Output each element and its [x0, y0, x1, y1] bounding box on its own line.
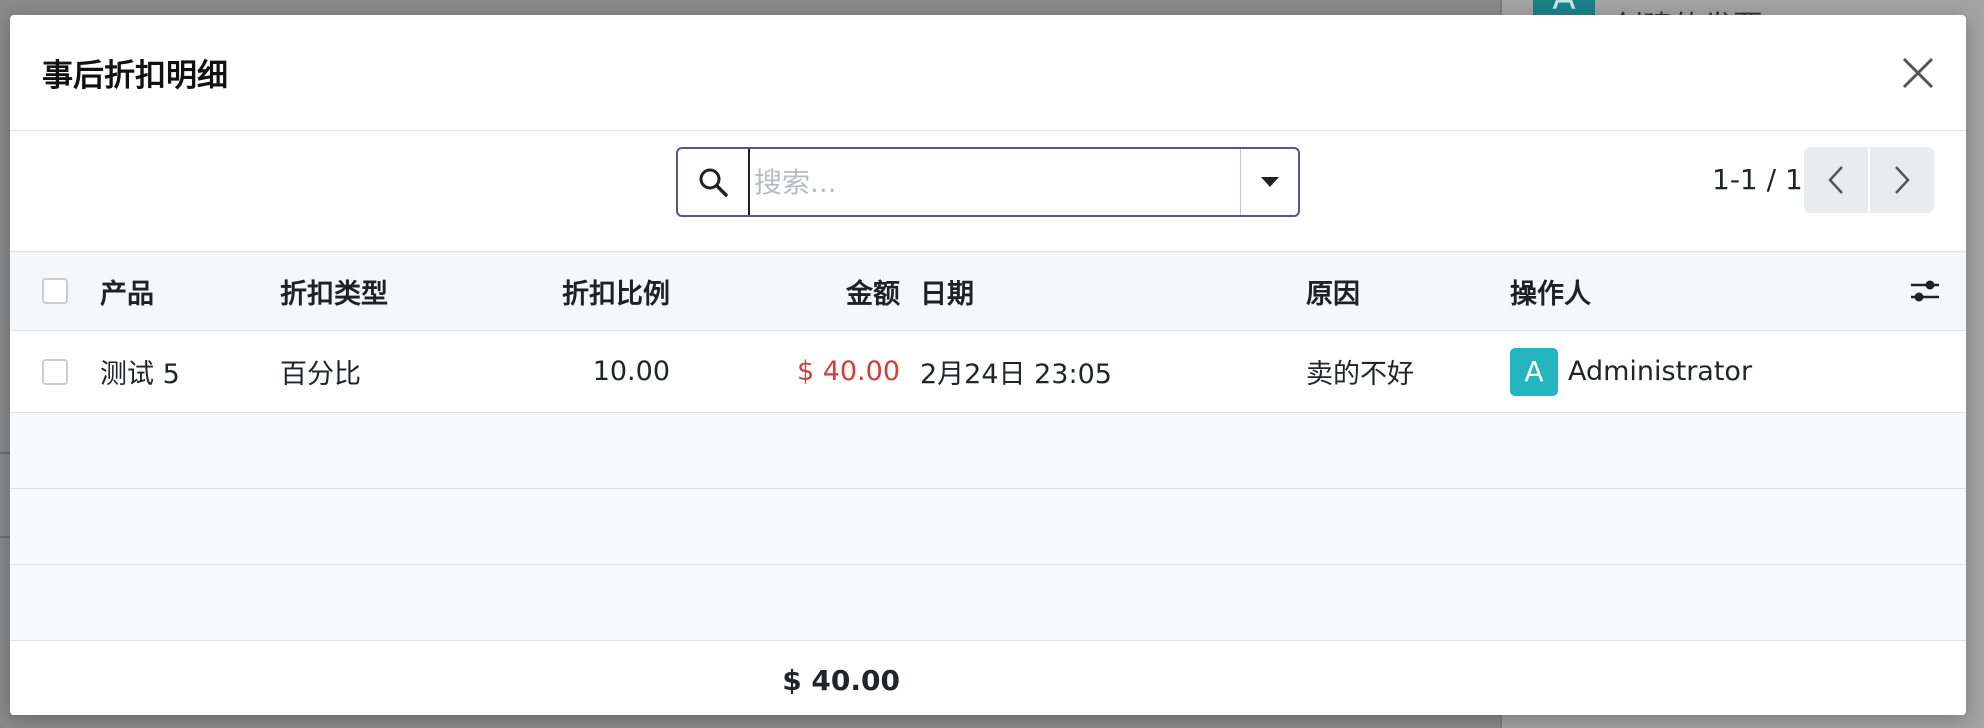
cell-operator[interactable]: A Administrator	[1510, 331, 1890, 412]
column-header-ratio[interactable]: 折扣比例	[460, 252, 670, 330]
dialog-header: 事后折扣明细	[10, 15, 1966, 131]
optional-columns-toggle[interactable]	[1910, 252, 1950, 330]
column-header-product[interactable]: 产品	[100, 252, 270, 330]
search-input[interactable]	[748, 149, 1240, 215]
total-amount: $ 40.00	[782, 663, 900, 697]
select-all-cell	[42, 252, 82, 330]
empty-row	[10, 489, 1966, 565]
cell-date[interactable]: 2月24日 23:05	[920, 331, 1300, 412]
search-icon[interactable]	[678, 149, 748, 215]
table-header-row: 产品 折扣类型 折扣比例 金额 日期 原因 操作人	[10, 251, 1966, 331]
pager-value[interactable]: 1-1 / 1	[1712, 163, 1803, 196]
operator-name: Administrator	[1568, 356, 1753, 387]
caret-down-icon	[1260, 177, 1279, 187]
empty-row	[10, 413, 1966, 489]
pager-next-button[interactable]	[1870, 147, 1934, 213]
cell-product[interactable]: 测试 5	[100, 331, 270, 412]
control-panel: 1-1 / 1	[10, 131, 1966, 251]
row-select-checkbox[interactable]	[42, 358, 68, 385]
table-row[interactable]: 测试 5 百分比 10.00 $ 40.00 2月24日 23:05 卖的不好 …	[10, 331, 1966, 413]
table-footer-row: $ 40.00	[10, 641, 1966, 715]
pager-previous-button[interactable]	[1804, 147, 1868, 213]
column-header-date[interactable]: 日期	[920, 252, 1300, 330]
cell-amount[interactable]: $ 40.00	[680, 331, 900, 412]
empty-row	[10, 565, 1966, 641]
row-select-cell	[42, 331, 82, 412]
column-header-type[interactable]: 折扣类型	[280, 252, 460, 330]
avatar: A	[1510, 347, 1558, 396]
search-bar	[676, 147, 1300, 217]
chevron-left-icon	[1828, 166, 1843, 194]
discount-table: 产品 折扣类型 折扣比例 金额 日期 原因 操作人 测试 5 百分比 10.00…	[10, 251, 1966, 715]
sliders-icon	[1911, 280, 1939, 302]
cell-ratio[interactable]: 10.00	[460, 331, 670, 412]
chevron-right-icon	[1895, 166, 1910, 194]
column-header-operator[interactable]: 操作人	[1510, 252, 1890, 330]
dialog-title: 事后折扣明细	[42, 58, 228, 94]
cell-reason[interactable]: 卖的不好	[1306, 331, 1506, 412]
select-all-checkbox[interactable]	[42, 278, 68, 304]
close-icon	[1902, 57, 1934, 89]
column-header-amount[interactable]: 金额	[680, 252, 900, 330]
close-button[interactable]	[1898, 53, 1938, 93]
column-header-reason[interactable]: 原因	[1306, 252, 1506, 330]
discount-detail-dialog: 事后折扣明细 1-1 / 1	[10, 15, 1966, 715]
search-options-toggle[interactable]	[1240, 149, 1298, 215]
cell-type[interactable]: 百分比	[280, 331, 460, 412]
